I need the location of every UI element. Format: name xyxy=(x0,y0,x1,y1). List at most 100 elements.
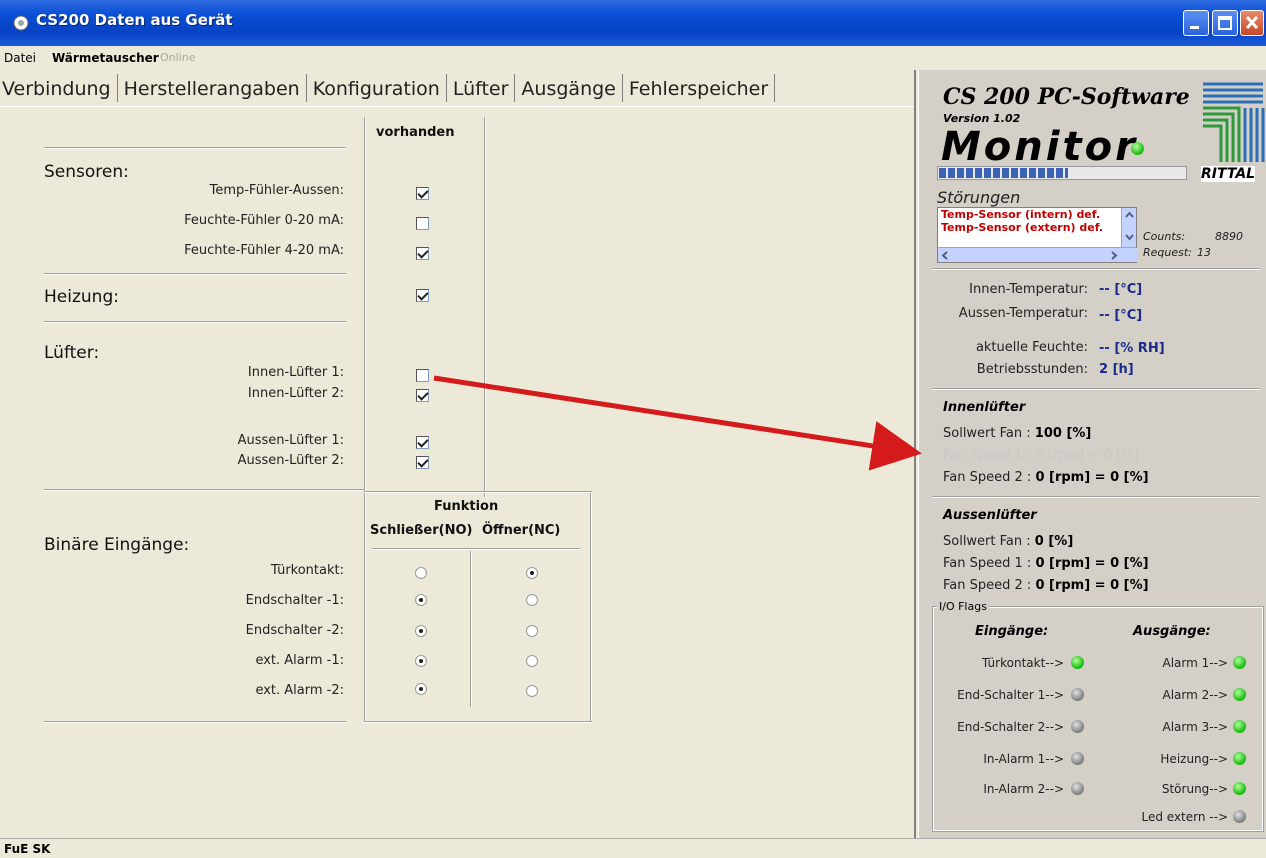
radio-endschalter-1-no[interactable] xyxy=(415,594,427,606)
innen-fan-speed-1: Fan Speed 1 : 0 [rpm] = 0 [%] xyxy=(943,448,1139,463)
checkbox-innen-luefter-2[interactable] xyxy=(416,389,429,402)
menu-waermetauscher[interactable]: Wärmetauscher xyxy=(52,51,159,65)
checkbox-aussen-luefter-1[interactable] xyxy=(416,436,429,449)
tab-luefter[interactable]: Lüfter xyxy=(447,74,516,102)
label-temp-aussen: Temp-Fühler-Aussen: xyxy=(209,183,344,198)
innen-fan-speed-2: Fan Speed 2 : 0 [rpm] = 0 [%] xyxy=(943,470,1149,485)
minimize-icon xyxy=(1190,26,1199,29)
tab-ausgaenge[interactable]: Ausgänge xyxy=(515,74,623,102)
menu-datei[interactable]: Datei xyxy=(4,51,36,65)
separator xyxy=(44,489,364,491)
request-label: Request: xyxy=(1143,246,1192,259)
eingaenge-heading: Eingänge: xyxy=(975,624,1049,639)
col-vorhanden-header: vorhanden xyxy=(376,125,455,140)
minimize-button[interactable] xyxy=(1183,10,1209,36)
in-alarm-2-label: In-Alarm 2--> xyxy=(983,782,1064,796)
label-feuchte-0-20: Feuchte-Fühler 0-20 mA: xyxy=(184,213,344,228)
maximize-button[interactable] xyxy=(1212,10,1238,36)
tab-fehlerspeicher[interactable]: Fehlerspeicher xyxy=(623,74,776,102)
radio-tuerkontakt-nc[interactable] xyxy=(526,567,538,579)
aussenluefter-heading: Aussenlüfter xyxy=(943,508,1037,523)
out-alarm-1-label: Alarm 1--> xyxy=(1162,656,1228,670)
label-endschalter-1: Endschalter -1: xyxy=(245,593,344,608)
in-alarm-1-led xyxy=(1071,752,1084,765)
rittal-logo-icon xyxy=(1203,82,1265,162)
progress-fill xyxy=(939,168,1068,178)
radio-endschalter-2-nc[interactable] xyxy=(526,625,538,637)
label-endschalter-2: Endschalter -2: xyxy=(245,623,344,638)
counts-value: 8890 xyxy=(1215,230,1243,243)
divider xyxy=(364,491,366,723)
innen-sollwert: Sollwert Fan : 100 [%] xyxy=(943,426,1092,441)
out-stoerung-led xyxy=(1233,782,1246,795)
col-oeffner-header: Öffner(NC) xyxy=(482,523,561,538)
fault-item[interactable]: Temp-Sensor (intern) def. xyxy=(938,208,1136,221)
label-aussen-luefter-1: Aussen-Lüfter 1: xyxy=(237,433,344,448)
in-alarm-2-led xyxy=(1071,782,1084,795)
aussen-temp-value: -- [°C] xyxy=(1099,308,1143,323)
out-led-extern-label: Led extern --> xyxy=(1141,810,1228,824)
checkbox-feuchte-0-20[interactable] xyxy=(416,217,429,230)
in-endschalter-2-led xyxy=(1071,720,1084,733)
label-ext-alarm-1: ext. Alarm -1: xyxy=(255,653,344,668)
config-content: vorhanden Sensoren: Temp-Fühler-Aussen: … xyxy=(0,106,914,836)
innen-temp-label: Innen-Temperatur: xyxy=(969,282,1088,297)
out-alarm-2-led xyxy=(1233,688,1246,701)
separator xyxy=(933,496,1259,498)
separator xyxy=(364,721,592,723)
in-alarm-1-label: In-Alarm 1--> xyxy=(983,752,1064,766)
aussen-fan-speed-1: Fan Speed 1 : 0 [rpm] = 0 [%] xyxy=(943,556,1149,571)
checkbox-heizung[interactable] xyxy=(416,289,429,302)
fault-list-vscrollbar[interactable] xyxy=(1121,208,1136,248)
monitor-status-led xyxy=(1131,142,1144,155)
checkbox-aussen-luefter-2[interactable] xyxy=(416,456,429,469)
title-bar[interactable]: CS200 Daten aus Gerät xyxy=(0,0,1266,46)
tab-verbindung[interactable]: Verbindung xyxy=(0,74,118,102)
tab-konfiguration[interactable]: Konfiguration xyxy=(306,74,447,102)
radio-endschalter-2-no[interactable] xyxy=(415,625,427,637)
status-bar: FuE SK xyxy=(0,838,1266,858)
separator xyxy=(372,548,580,550)
radio-endschalter-1-nc[interactable] xyxy=(526,594,538,606)
section-binaere-eingaenge: Binäre Eingänge: xyxy=(44,535,190,555)
aussen-temp-label: Aussen-Temperatur: xyxy=(958,306,1088,321)
separator xyxy=(364,491,592,493)
divider xyxy=(470,551,472,707)
stoerungen-label: Störungen xyxy=(937,188,1021,207)
fault-item[interactable]: Temp-Sensor (extern) def. xyxy=(938,221,1136,234)
separator xyxy=(933,268,1259,270)
checkbox-temp-aussen[interactable] xyxy=(416,187,429,200)
scroll-left-right-icon xyxy=(941,251,1118,260)
divider xyxy=(484,117,486,497)
close-button[interactable] xyxy=(1240,10,1264,36)
out-alarm-1-led xyxy=(1233,656,1246,669)
radio-ext-alarm-2-nc[interactable] xyxy=(526,685,538,697)
radio-tuerkontakt-no[interactable] xyxy=(415,567,427,579)
tab-herstellerangaben[interactable]: Herstellerangaben xyxy=(118,74,307,102)
fault-list[interactable]: Temp-Sensor (intern) def. Temp-Sensor (e… xyxy=(937,207,1138,263)
separator xyxy=(44,273,346,275)
checkbox-feuchte-4-20[interactable] xyxy=(416,247,429,260)
request-value: 13 xyxy=(1197,246,1211,259)
fault-list-hscrollbar[interactable] xyxy=(938,247,1138,262)
window-title: CS200 Daten aus Gerät xyxy=(36,11,233,29)
feuchte-value: -- [% RH] xyxy=(1099,341,1165,356)
checkbox-innen-luefter-1[interactable] xyxy=(416,369,429,382)
out-heizung-label: Heizung--> xyxy=(1160,752,1228,766)
innen-temp-value: -- [°C] xyxy=(1099,282,1143,297)
scroll-arrows-icon xyxy=(1125,211,1134,241)
label-innen-luefter-2: Innen-Lüfter 2: xyxy=(247,386,344,401)
radio-ext-alarm-1-no[interactable] xyxy=(415,655,427,667)
section-heizung: Heizung: xyxy=(44,287,119,307)
menu-online[interactable]: Online xyxy=(160,51,195,64)
section-sensoren: Sensoren: xyxy=(44,162,129,182)
close-icon xyxy=(1245,15,1259,30)
radio-ext-alarm-2-no[interactable] xyxy=(415,683,427,695)
label-innen-luefter-1: Innen-Lüfter 1: xyxy=(247,365,344,380)
out-alarm-3-led xyxy=(1233,720,1246,733)
radio-ext-alarm-1-nc[interactable] xyxy=(526,655,538,667)
col-schliesser-header: Schließer(NO) xyxy=(370,523,473,538)
col-funktion-header: Funktion xyxy=(434,499,499,514)
separator xyxy=(44,321,346,323)
main-window: CS200 Daten aus Gerät Datei Wärmetausche… xyxy=(0,0,1266,858)
